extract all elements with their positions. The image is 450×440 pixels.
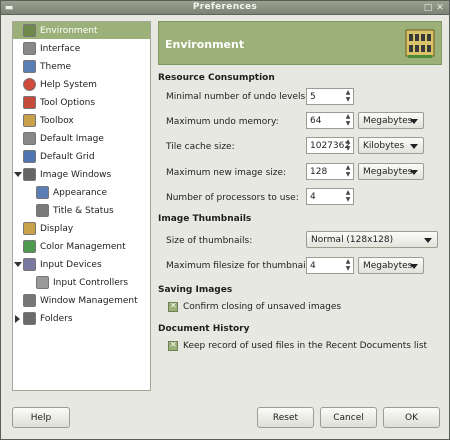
sidebar-item-help-system[interactable]: Help System xyxy=(13,76,150,93)
default-image-icon xyxy=(23,132,36,145)
window-title: Preferences xyxy=(192,2,258,12)
undo-memory-unit-select[interactable]: Megabytes xyxy=(358,112,424,129)
sidebar-item-default-image[interactable]: Default Image xyxy=(13,130,150,147)
sidebar-item-title-status[interactable]: Title & Status xyxy=(13,202,150,219)
toolbox-icon xyxy=(23,114,36,127)
tile-cache-unit-select[interactable]: Kilobytes xyxy=(358,137,424,154)
undo-memory-label: Maximum undo memory: xyxy=(166,117,279,127)
display-icon xyxy=(23,222,36,235)
processors-label: Number of processors to use: xyxy=(166,193,299,203)
title-status-icon xyxy=(36,204,49,217)
sidebar-item-input-devices[interactable]: Input Devices xyxy=(13,256,150,273)
confirm-closing-checkbox-row[interactable]: Confirm closing of unsaved images xyxy=(168,301,342,312)
folders-icon xyxy=(23,312,36,325)
title-bar[interactable]: ▬ Preferences □ ✕ xyxy=(1,1,449,15)
dropdown-arrow-icon xyxy=(410,144,418,149)
sidebar-item-interface[interactable]: Interface xyxy=(13,40,150,57)
sidebar-item-image-windows[interactable]: Image Windows xyxy=(13,166,150,183)
sidebar-item-color-management[interactable]: Color Management xyxy=(13,238,150,255)
environment-icon xyxy=(23,24,36,37)
expander-open-icon[interactable] xyxy=(14,262,22,267)
sidebar-item-appearance[interactable]: Appearance xyxy=(13,184,150,201)
tool-options-icon xyxy=(23,96,36,109)
color-management-icon xyxy=(23,240,36,253)
max-image-size-label: Maximum new image size: xyxy=(166,168,287,178)
theme-icon xyxy=(23,60,36,73)
max-image-size-unit-select[interactable]: Megabytes xyxy=(358,163,424,180)
confirm-closing-label: Confirm closing of unsaved images xyxy=(183,302,342,312)
page-header: Environment xyxy=(158,21,442,65)
undo-levels-spinner[interactable]: 5 ▲ ▼ xyxy=(306,88,354,105)
spin-arrows-icon[interactable]: ▲ ▼ xyxy=(344,138,352,153)
thumbnail-filesize-spinner[interactable]: 4 ▲ ▼ xyxy=(306,257,354,274)
confirm-closing-checkbox[interactable] xyxy=(168,301,178,312)
maximize-icon[interactable]: □ xyxy=(423,3,433,13)
spin-arrows-icon[interactable]: ▲ ▼ xyxy=(344,258,352,273)
interface-icon xyxy=(23,42,36,55)
undo-levels-label: Minimal number of undo levels: xyxy=(166,92,309,102)
tile-cache-label: Tile cache size: xyxy=(166,142,235,152)
spin-arrows-icon[interactable]: ▲ ▼ xyxy=(344,189,352,204)
thumbnail-size-label: Size of thumbnails: xyxy=(166,236,253,246)
category-tree[interactable]: Environment Interface Theme Help System … xyxy=(12,21,151,391)
resource-section-title: Resource Consumption xyxy=(158,73,275,83)
spin-arrows-icon[interactable]: ▲ ▼ xyxy=(344,164,352,179)
spin-arrows-icon[interactable]: ▲ ▼ xyxy=(344,113,352,128)
keep-record-label: Keep record of used files in the Recent … xyxy=(183,341,428,351)
processors-spinner[interactable]: 4 ▲ ▼ xyxy=(306,188,354,205)
sidebar-item-default-grid[interactable]: Default Grid xyxy=(13,148,150,165)
dropdown-arrow-icon xyxy=(410,119,418,124)
tile-cache-spinner[interactable]: 1027362 ▲ ▼ xyxy=(306,137,354,154)
expander-open-icon[interactable] xyxy=(14,172,22,177)
image-windows-icon xyxy=(23,168,36,181)
saving-section-title: Saving Images xyxy=(158,285,233,295)
sidebar-item-theme[interactable]: Theme xyxy=(13,58,150,75)
preferences-window: ▬ Preferences □ ✕ Environment Interface … xyxy=(0,0,450,440)
dropdown-arrow-icon xyxy=(424,238,432,243)
sidebar-item-tool-options[interactable]: Tool Options xyxy=(13,94,150,111)
sidebar-item-input-controllers[interactable]: Input Controllers xyxy=(13,274,150,291)
thumbnail-filesize-unit-select[interactable]: Megabytes xyxy=(358,257,424,274)
appearance-icon xyxy=(36,186,49,199)
input-devices-icon xyxy=(23,258,36,271)
dropdown-arrow-icon xyxy=(410,170,418,175)
sidebar-item-environment[interactable]: Environment xyxy=(13,22,150,39)
spin-arrows-icon[interactable]: ▲ ▼ xyxy=(344,89,352,104)
help-button[interactable]: Help xyxy=(12,407,70,428)
history-section-title: Document History xyxy=(158,324,250,334)
thumbnail-filesize-label: Maximum filesize for thumbnailing: xyxy=(166,261,326,271)
thumbnail-size-select[interactable]: Normal (128x128) xyxy=(306,231,438,248)
sidebar-item-window-management[interactable]: Window Management xyxy=(13,292,150,309)
input-controllers-icon xyxy=(36,276,49,289)
dropdown-arrow-icon xyxy=(410,264,418,269)
sidebar-item-display[interactable]: Display xyxy=(13,220,150,237)
sidebar-item-toolbox[interactable]: Toolbox xyxy=(13,112,150,129)
undo-memory-spinner[interactable]: 64 ▲ ▼ xyxy=(306,112,354,129)
ok-button[interactable]: OK xyxy=(383,407,440,428)
cancel-button[interactable]: Cancel xyxy=(320,407,377,428)
help-system-icon xyxy=(23,78,36,91)
settings-panel: Environment Resource Consumption Minimal… xyxy=(158,21,442,391)
expander-closed-icon[interactable] xyxy=(15,315,20,323)
page-title: Environment xyxy=(165,38,245,51)
chip-icon xyxy=(405,29,435,58)
close-icon[interactable]: ✕ xyxy=(435,3,445,13)
keep-record-checkbox-row[interactable]: Keep record of used files in the Recent … xyxy=(168,340,428,351)
max-image-size-spinner[interactable]: 128 ▲ ▼ xyxy=(306,163,354,180)
thumbnails-section-title: Image Thumbnails xyxy=(158,214,252,224)
window-management-icon xyxy=(23,294,36,307)
default-grid-icon xyxy=(23,150,36,163)
reset-button[interactable]: Reset xyxy=(257,407,314,428)
sidebar-item-folders[interactable]: Folders xyxy=(13,310,150,327)
keep-record-checkbox[interactable] xyxy=(168,340,178,351)
